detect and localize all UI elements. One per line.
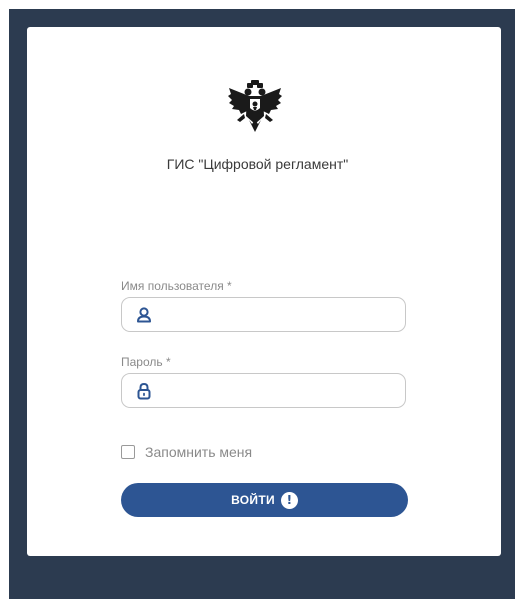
password-input[interactable]: [162, 374, 398, 407]
password-field[interactable]: [121, 373, 406, 408]
app-title: ГИС "Цифровой регламент": [166, 156, 349, 172]
remember-me-option[interactable]: Запомнить меня: [121, 444, 252, 460]
username-field[interactable]: [121, 297, 406, 332]
login-button-label: ВОЙТИ: [231, 493, 275, 507]
coat-of-arms-icon: [228, 80, 282, 132]
remember-me-label: Запомнить меня: [145, 444, 253, 460]
login-button[interactable]: ВОЙТИ !: [121, 483, 408, 517]
username-label: Имя пользователя *: [121, 279, 232, 293]
lock-icon: [137, 382, 151, 400]
user-icon: [137, 307, 151, 323]
password-label: Пароль *: [121, 355, 171, 369]
exclamation-icon: !: [280, 491, 298, 509]
username-input[interactable]: [162, 298, 398, 331]
remember-me-checkbox[interactable]: [121, 445, 135, 459]
